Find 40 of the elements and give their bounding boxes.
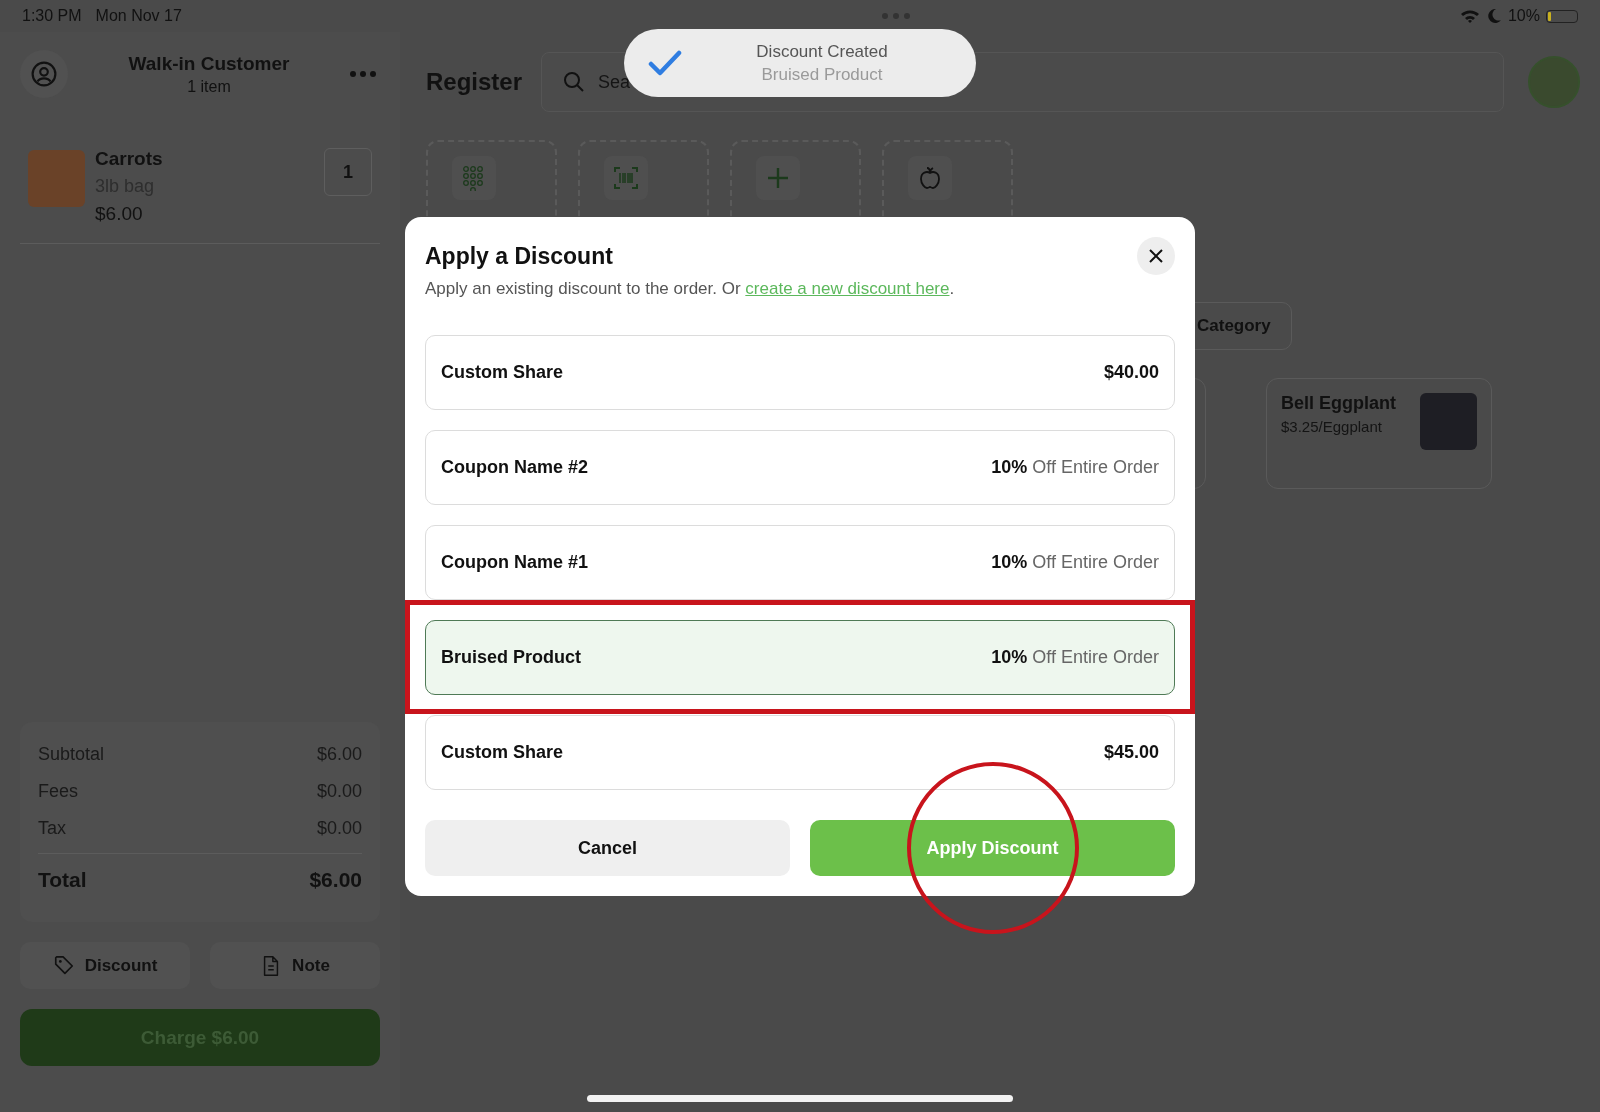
discount-option[interactable]: Bruised Product 10% Off Entire Order xyxy=(425,620,1175,695)
cancel-button[interactable]: Cancel xyxy=(425,820,790,876)
discount-option[interactable]: Custom Share $45.00 xyxy=(425,715,1175,790)
discount-option[interactable]: Custom Share $40.00 xyxy=(425,335,1175,410)
discount-button[interactable]: Discount xyxy=(20,942,190,989)
customer-name: Walk-in Customer xyxy=(127,52,291,75)
search-icon xyxy=(562,70,586,94)
product-name: Bell Eggplant xyxy=(1281,393,1397,414)
total-value: $6.00 xyxy=(309,868,362,892)
checkmark-icon xyxy=(648,50,682,76)
wifi-icon xyxy=(1459,8,1480,24)
page-title: Register xyxy=(426,68,521,96)
more-icon xyxy=(350,71,376,77)
toast-subtitle: Bruised Product xyxy=(760,64,884,85)
carrots-photo-placeholder xyxy=(28,150,85,207)
moon-icon xyxy=(1485,8,1502,24)
apply-discount-button[interactable]: Apply Discount xyxy=(810,820,1175,876)
discount-option[interactable]: Coupon Name #2 10% Off Entire Order xyxy=(425,430,1175,505)
item-price: $6.00 xyxy=(95,203,144,225)
dialog-subtitle: Apply an existing discount to the order. Or create a new discount here. xyxy=(425,279,956,299)
plus-icon xyxy=(765,165,791,191)
status-date: Mon Nov 17 xyxy=(95,7,182,25)
total-label: Total xyxy=(38,868,87,892)
create-discount-link[interactable]: create a new discount here xyxy=(745,279,950,298)
barcode-icon xyxy=(613,165,639,191)
dialog-title: Apply a Discount xyxy=(425,242,613,270)
apple-icon xyxy=(917,165,943,191)
battery-icon xyxy=(1546,9,1578,23)
battery-percent: 10% xyxy=(1507,7,1540,25)
tag-icon xyxy=(52,954,75,977)
discount-option[interactable]: Coupon Name #1 10% Off Entire Order xyxy=(425,525,1175,600)
eggplant-photo-placeholder xyxy=(1420,393,1477,450)
close-button[interactable] xyxy=(1137,237,1175,275)
note-button[interactable]: Note xyxy=(210,942,380,989)
close-icon xyxy=(1149,249,1163,263)
item-count: 1 item xyxy=(186,77,232,96)
quantity-field[interactable]: 1 xyxy=(324,148,372,196)
status-time: 1:30 PM xyxy=(22,7,82,25)
person-icon xyxy=(31,61,57,87)
item-name: Carrots xyxy=(95,148,164,170)
